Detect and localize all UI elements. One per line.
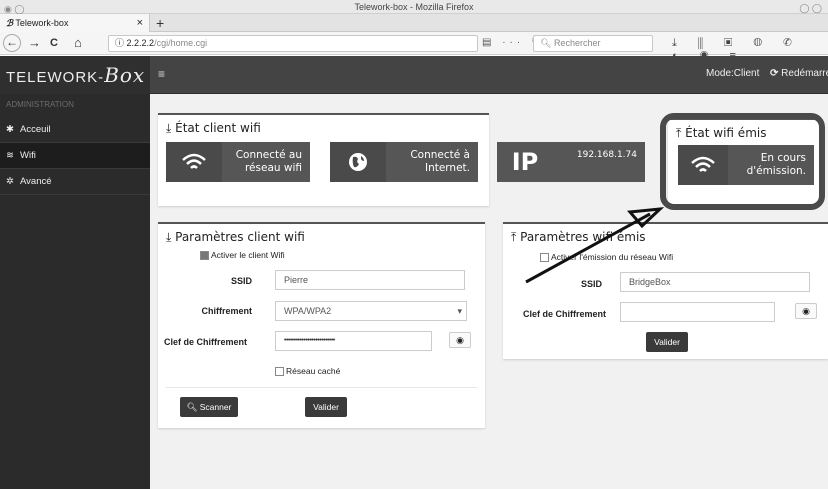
status-tile-ip: IP 192.168.1.74 (497, 142, 645, 182)
eye-icon: ◉ (802, 306, 810, 316)
hidden-network-checkbox[interactable]: Réseau caché (275, 366, 340, 377)
mode-indicator: Mode:Client (706, 68, 760, 79)
window-buttons-right[interactable]: ◯ ◯ (799, 1, 822, 15)
key-input[interactable]: •••••••••••••••••••••••••• (275, 331, 432, 351)
new-tab-button[interactable]: + (156, 14, 164, 32)
search-input[interactable]: 🔍︎ Rechercher (533, 35, 653, 52)
app-logo[interactable]: TELEWORK-Box (0, 56, 150, 94)
highlight-callout-box (660, 113, 825, 210)
logo-text: TELEWORK- (6, 69, 105, 86)
checkbox-box[interactable] (540, 252, 549, 262)
emit-key-label: Clef de Chiffrement (523, 309, 607, 319)
show-password-button[interactable]: ◉ (795, 303, 817, 319)
checkbox-label: Activer le client Wifi (211, 250, 285, 260)
client-submit-button[interactable]: Valider (305, 397, 347, 417)
sidebar-item-wifi[interactable]: ≋ Wifi (0, 143, 150, 169)
panel-title: ⤒ Paramètres wifi émis (511, 230, 646, 244)
app-header: TELEWORK-Box ≡ Mode:Client ⟳ Redémarrer (0, 56, 828, 94)
sidebar-item-avance[interactable]: ✲ Avancé (0, 169, 150, 195)
emit-submit-button[interactable]: Valider (646, 332, 688, 352)
eye-icon: ◉ (456, 335, 464, 345)
url-host: 2.2.2.2 (126, 38, 155, 48)
globe-icon (330, 142, 386, 182)
tile-line2: Internet. (424, 162, 470, 174)
status-tile-internet: Connecté à Internet. (330, 142, 478, 182)
tab-strip: ℬ Telework-box × + (0, 14, 828, 32)
panel-title: ⤓ État client wifi (166, 121, 261, 135)
status-tile-wifi: Connecté au réseau wifi (166, 142, 310, 182)
checkbox-box[interactable] (275, 366, 284, 376)
url-bar[interactable]: ⓘ 2.2.2.2/cgi/home.cgi (108, 35, 478, 52)
search-icon: 🔍︎ (186, 402, 198, 412)
restart-label: Redémarrer (781, 68, 828, 79)
back-button[interactable]: ← (3, 34, 21, 52)
logo-script: Box (104, 63, 146, 87)
wifi-icon: ≋ (6, 150, 14, 161)
emit-ssid-input[interactable]: BridgeBox (620, 272, 810, 292)
tile-line1: Connecté à (410, 149, 470, 161)
sidebar-section-title: ADMINISTRATION (6, 100, 74, 109)
chevron-down-icon: ▾ (457, 306, 462, 316)
enable-client-checkbox[interactable]: Activer le client Wifi (200, 250, 285, 261)
key-label: Clef de Chiffrement (164, 337, 248, 347)
emit-ssid-label: SSID (580, 279, 602, 289)
forward-button[interactable]: → (28, 35, 41, 51)
sidebar-item-label: Acceuil (20, 124, 51, 135)
divider (166, 387, 477, 388)
scan-label: Scanner (199, 402, 232, 412)
emit-key-input[interactable] (620, 302, 775, 322)
restart-button[interactable]: ⟳ Redémarrer (770, 68, 828, 79)
tile-line1: Connecté au (235, 149, 302, 161)
tile-line2: réseau wifi (244, 162, 302, 174)
checkbox-label: Activer l'émission du réseau Wifi (551, 252, 674, 262)
ip-icon: IP (497, 142, 553, 182)
tile-ip-value: 192.168.1.74 (576, 150, 637, 160)
cipher-label: Chiffrement (201, 306, 252, 316)
url-path: /cgi/home.cgi (154, 38, 208, 48)
tab-close-icon[interactable]: × (137, 14, 143, 32)
home-icon: ✱ (6, 124, 14, 135)
site-info-icon[interactable]: ⓘ (115, 38, 124, 48)
window-titlebar: ◉ ◯ Telework-box - Mozilla Firefox ◯ ◯ (0, 0, 828, 14)
enable-emit-checkbox[interactable]: Activer l'émission du réseau Wifi (540, 252, 673, 263)
sidebar-item-label: Wifi (20, 150, 36, 161)
window-title: Telework-box - Mozilla Firefox (354, 2, 474, 12)
menu-toggle-icon[interactable]: ≡ (158, 67, 165, 81)
ssid-input[interactable]: Pierre (275, 270, 465, 290)
search-placeholder: Rechercher (553, 38, 601, 48)
tab-favicon: ℬ (6, 18, 14, 28)
checkbox-label: Réseau caché (286, 366, 341, 376)
scan-button[interactable]: 🔍︎ Scanner (180, 397, 238, 417)
ssid-label: SSID (230, 276, 252, 286)
reload-button[interactable]: C (50, 35, 58, 51)
browser-tab[interactable]: ℬ Telework-box × (0, 14, 150, 32)
sidebar-item-acceuil[interactable]: ✱ Acceuil (0, 117, 150, 143)
panel-title: ⤓ Paramètres client wifi (166, 230, 305, 244)
sidebar: ADMINISTRATION ✱ Acceuil ≋ Wifi ✲ Avancé (0, 94, 150, 489)
sidebar-item-label: Avancé (20, 176, 52, 187)
home-button[interactable]: ⌂ (74, 35, 82, 51)
show-password-button[interactable]: ◉ (449, 332, 471, 348)
tab-title: Telework-box (15, 18, 69, 28)
wifi-icon (166, 142, 222, 182)
cipher-select[interactable]: WPA/WPA2 ▾ (275, 301, 467, 321)
gear-icon: ✲ (6, 176, 14, 187)
navigation-toolbar: ← → C ⌂ ⓘ 2.2.2.2/cgi/home.cgi ▤ ··· ♡ ☆… (0, 32, 828, 62)
refresh-icon: ⟳ (770, 68, 779, 79)
checkbox-box[interactable] (200, 250, 209, 260)
